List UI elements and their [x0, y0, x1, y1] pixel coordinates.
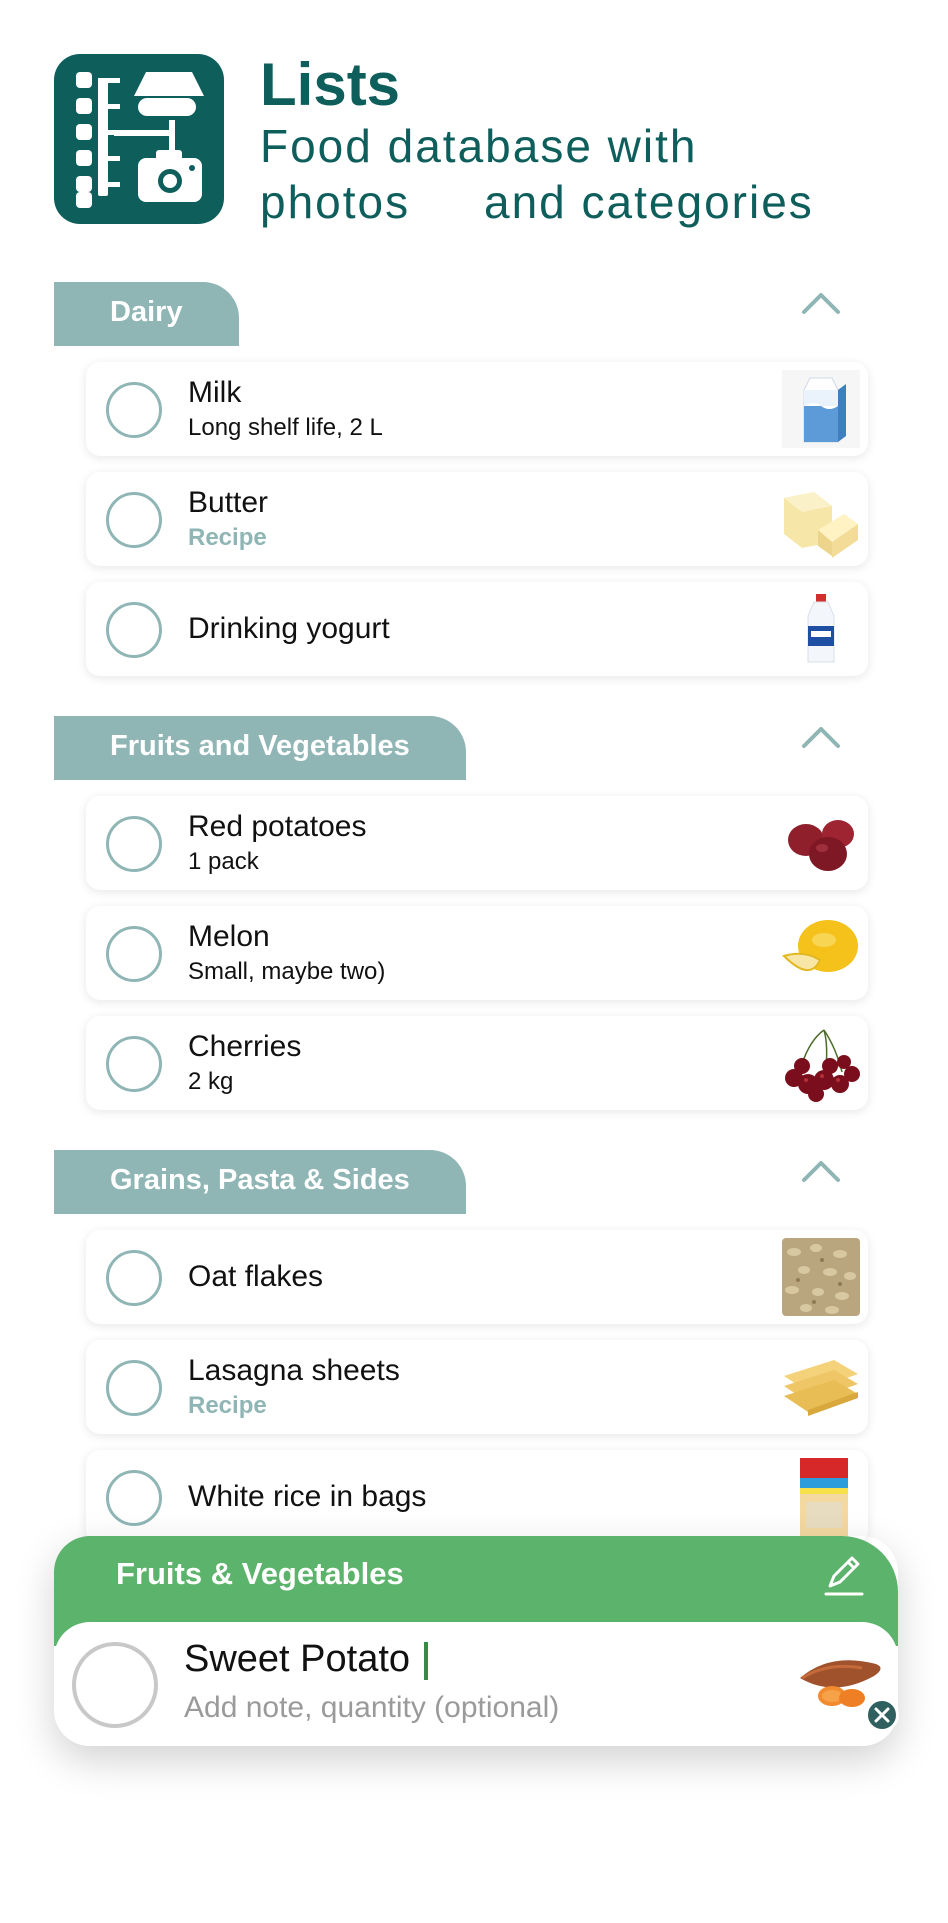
text-caret: [424, 1642, 428, 1680]
editor-card: [54, 1622, 899, 1746]
item-name: Oat flakes: [188, 1260, 324, 1293]
section-title[interactable]: Fruits and Vegetables: [54, 716, 466, 780]
item-checkbox[interactable]: [106, 1470, 162, 1526]
item-checkbox[interactable]: [106, 602, 162, 658]
section-title[interactable]: Dairy: [54, 282, 239, 346]
item-note-input[interactable]: [184, 1688, 744, 1728]
list-item[interactable]: Butter Recipe: [86, 472, 868, 566]
item-name: Butter: [188, 486, 269, 519]
item-note: Small, maybe two): [188, 958, 386, 985]
cherries-icon: [782, 1024, 860, 1102]
item-checkbox[interactable]: [106, 1036, 162, 1092]
clear-button[interactable]: [865, 1698, 899, 1732]
editor-category-label[interactable]: Fruits & Vegetables: [116, 1556, 404, 1592]
list-item[interactable]: White rice in bags: [86, 1450, 868, 1544]
list-item[interactable]: Cherries 2 kg: [86, 1016, 868, 1110]
app-header: Lists Food database with photos and cate…: [54, 51, 914, 234]
section-fruits-vegetables: Fruits and Vegetables Red potatoes 1 pac…: [0, 716, 948, 1126]
recipe-link[interactable]: Recipe: [188, 1391, 400, 1421]
list-item[interactable]: Lasagna sheets Recipe: [86, 1340, 868, 1434]
item-name: Red potatoes: [188, 810, 367, 843]
item-name: Drinking yogurt: [188, 612, 390, 645]
item-name: White rice in bags: [188, 1480, 427, 1513]
item-checkbox[interactable]: [106, 926, 162, 982]
red-potatoes-icon: [782, 804, 860, 882]
item-name: Melon: [188, 920, 270, 953]
butter-icon: [782, 480, 860, 558]
list-item[interactable]: Milk Long shelf life, 2 L: [86, 362, 868, 456]
pencil-icon[interactable]: [820, 1552, 866, 1598]
app-title: Lists: [260, 51, 401, 118]
item-note: 1 pack: [188, 848, 259, 875]
section-header[interactable]: Grains, Pasta & Sides: [0, 1150, 948, 1214]
recipe-link[interactable]: Recipe: [188, 523, 268, 553]
melon-icon: [782, 914, 860, 992]
section-header[interactable]: Fruits and Vegetables: [0, 716, 948, 780]
oat-flakes-icon: [782, 1238, 860, 1316]
editor-checkbox[interactable]: [72, 1642, 158, 1728]
milk-carton-icon: [782, 370, 860, 448]
item-note: Long shelf life, 2 L: [188, 414, 383, 441]
item-checkbox[interactable]: [106, 1360, 162, 1416]
item-name: Cherries: [188, 1030, 302, 1063]
section-grains-pasta-sides: Grains, Pasta & Sides Oat flakes Lasagna…: [0, 1150, 948, 1560]
item-name-input[interactable]: [184, 1636, 744, 1682]
item-checkbox[interactable]: [106, 382, 162, 438]
list-item[interactable]: Melon Small, maybe two): [86, 906, 868, 1000]
new-item-editor: Fruits & Vegetables: [54, 1536, 899, 1746]
list-item[interactable]: Red potatoes 1 pack: [86, 796, 868, 890]
app-subtitle: Food database with photos and categories: [260, 120, 814, 228]
section-dairy: Dairy Milk Long shelf life, 2 L Butter R…: [0, 282, 948, 692]
list-item[interactable]: Oat flakes: [86, 1230, 868, 1324]
item-checkbox[interactable]: [106, 1250, 162, 1306]
item-name: Milk: [188, 376, 242, 409]
chevron-up-icon[interactable]: [798, 716, 844, 762]
app-logo: [54, 54, 224, 224]
item-name: Lasagna sheets: [188, 1354, 400, 1387]
chevron-up-icon[interactable]: [798, 1150, 844, 1196]
section-header[interactable]: Dairy: [0, 282, 948, 346]
lasagna-sheets-icon: [782, 1348, 860, 1426]
item-checkbox[interactable]: [106, 492, 162, 548]
close-icon[interactable]: [868, 1701, 896, 1729]
item-note: 2 kg: [188, 1068, 234, 1095]
yogurt-bottle-icon: [782, 590, 860, 668]
item-checkbox[interactable]: [106, 816, 162, 872]
chevron-up-icon[interactable]: [798, 282, 844, 328]
rice-box-icon: [782, 1458, 860, 1536]
lists-logo-icon: [76, 72, 204, 208]
section-title[interactable]: Grains, Pasta & Sides: [54, 1150, 466, 1214]
list-item[interactable]: Drinking yogurt: [86, 582, 868, 676]
